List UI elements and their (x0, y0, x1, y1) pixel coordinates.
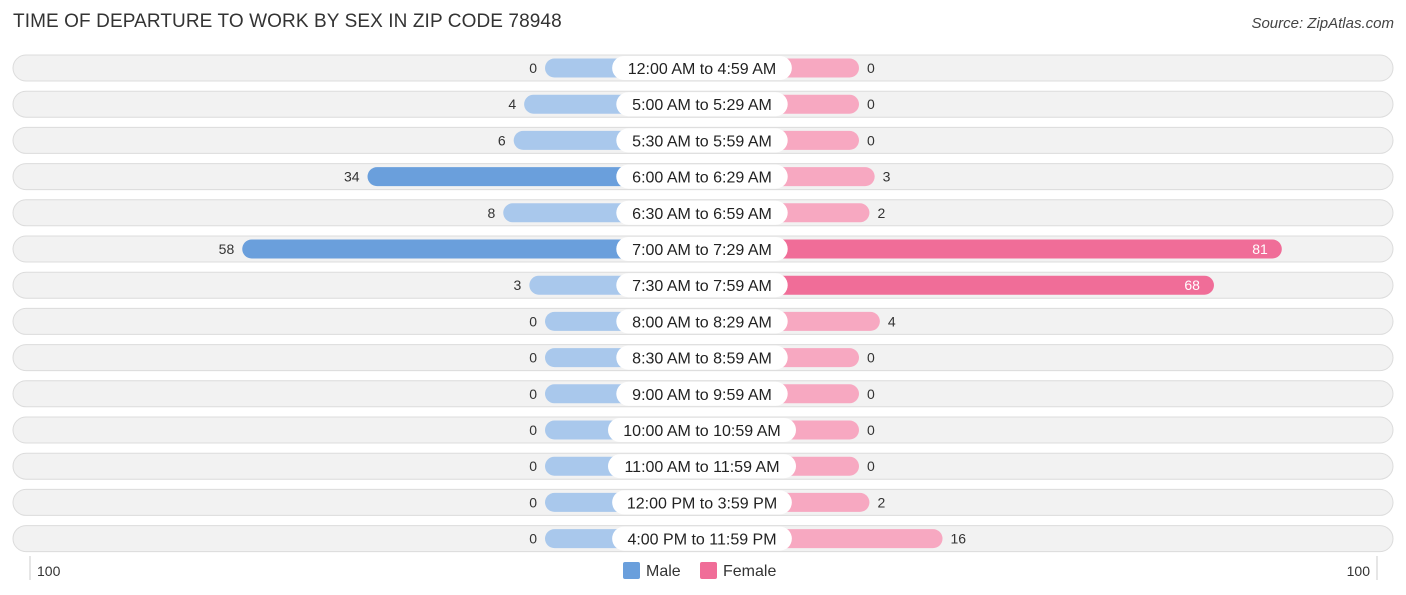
value-label-female: 68 (1184, 277, 1200, 293)
value-label-female: 0 (867, 458, 875, 474)
table-row: 8 2 6:30 AM to 6:59 AM (12, 199, 1394, 227)
value-label-female: 2 (877, 494, 885, 510)
value-label-male: 0 (529, 350, 537, 366)
value-label-female: 0 (867, 60, 875, 76)
value-label-male: 8 (487, 205, 495, 221)
axis-right-label: 100 (1347, 563, 1371, 579)
table-row: 0 16 4:00 PM to 11:59 PM (12, 525, 1394, 553)
table-row: 4 0 5:00 AM to 5:29 AM (12, 90, 1394, 118)
value-label-male: 58 (219, 241, 235, 257)
table-row: 0 0 11:00 AM to 11:59 AM (12, 452, 1394, 480)
value-label-male: 0 (529, 386, 537, 402)
category-label: 6:30 AM to 6:59 AM (632, 206, 772, 223)
value-label-male: 4 (508, 96, 516, 112)
table-row: 0 0 12:00 AM to 4:59 AM (12, 54, 1394, 82)
value-label-female: 0 (867, 96, 875, 112)
bar-female (702, 239, 1282, 259)
category-label: 7:00 AM to 7:29 AM (632, 242, 772, 259)
value-label-female: 16 (951, 531, 967, 547)
legend-female-swatch (700, 562, 717, 579)
value-label-male: 34 (344, 169, 360, 185)
value-label-female: 0 (867, 422, 875, 438)
category-label: 12:00 PM to 3:59 PM (627, 495, 777, 512)
category-label: 4:00 PM to 11:59 PM (627, 532, 776, 549)
category-label: 8:30 AM to 8:59 AM (632, 351, 772, 368)
category-label: 9:00 AM to 9:59 AM (632, 387, 772, 404)
category-label: 5:00 AM to 5:29 AM (632, 97, 772, 114)
chart-rows: 0 0 12:00 AM to 4:59 AM 4 0 5:00 AM to 5:29 A… (12, 54, 1394, 553)
category-label: 7:30 AM to 7:59 AM (632, 278, 772, 295)
category-label: 12:00 AM to 4:59 AM (628, 61, 777, 78)
value-label-female: 81 (1252, 241, 1268, 257)
axis-left-label: 100 (37, 563, 61, 579)
legend-female-label: Female (723, 563, 776, 580)
category-label: 8:00 AM to 8:29 AM (632, 314, 772, 331)
table-row: 3 68 7:30 AM to 7:59 AM (12, 271, 1394, 299)
category-label: 11:00 AM to 11:59 AM (624, 459, 779, 476)
table-row: 0 0 9:00 AM to 9:59 AM (12, 380, 1394, 408)
value-label-male: 0 (529, 313, 537, 329)
value-label-female: 0 (867, 350, 875, 366)
legend-male-swatch (623, 562, 640, 579)
table-row: 6 0 5:30 AM to 5:59 AM (12, 126, 1394, 154)
value-label-female: 2 (877, 205, 885, 221)
table-row: 34 3 6:00 AM to 6:29 AM (12, 163, 1394, 191)
value-label-female: 3 (883, 169, 891, 185)
table-row: 0 0 10:00 AM to 10:59 AM (12, 416, 1394, 444)
category-label: 6:00 AM to 6:29 AM (632, 170, 772, 187)
value-label-male: 3 (514, 277, 522, 293)
value-label-male: 0 (529, 422, 537, 438)
value-label-female: 0 (867, 132, 875, 148)
table-row: 0 2 12:00 PM to 3:59 PM (12, 488, 1394, 516)
value-label-male: 0 (529, 494, 537, 510)
table-row: 0 4 8:00 AM to 8:29 AM (12, 307, 1394, 335)
value-label-male: 0 (529, 458, 537, 474)
table-row: 0 0 8:30 AM to 8:59 AM (12, 344, 1394, 372)
table-row: 58 81 7:00 AM to 7:29 AM (12, 235, 1394, 263)
value-label-male: 6 (498, 132, 506, 148)
category-label: 10:00 AM to 10:59 AM (623, 423, 780, 440)
category-label: 5:30 AM to 5:59 AM (632, 133, 772, 150)
chart-canvas: 0 0 12:00 AM to 4:59 AM 4 0 5:00 AM to 5:29 A… (12, 54, 1394, 580)
value-label-female: 0 (867, 386, 875, 402)
value-label-male: 0 (529, 531, 537, 547)
value-label-male: 0 (529, 60, 537, 76)
legend: Male Female (623, 562, 776, 580)
value-label-female: 4 (888, 313, 896, 329)
legend-male-label: Male (646, 563, 681, 580)
